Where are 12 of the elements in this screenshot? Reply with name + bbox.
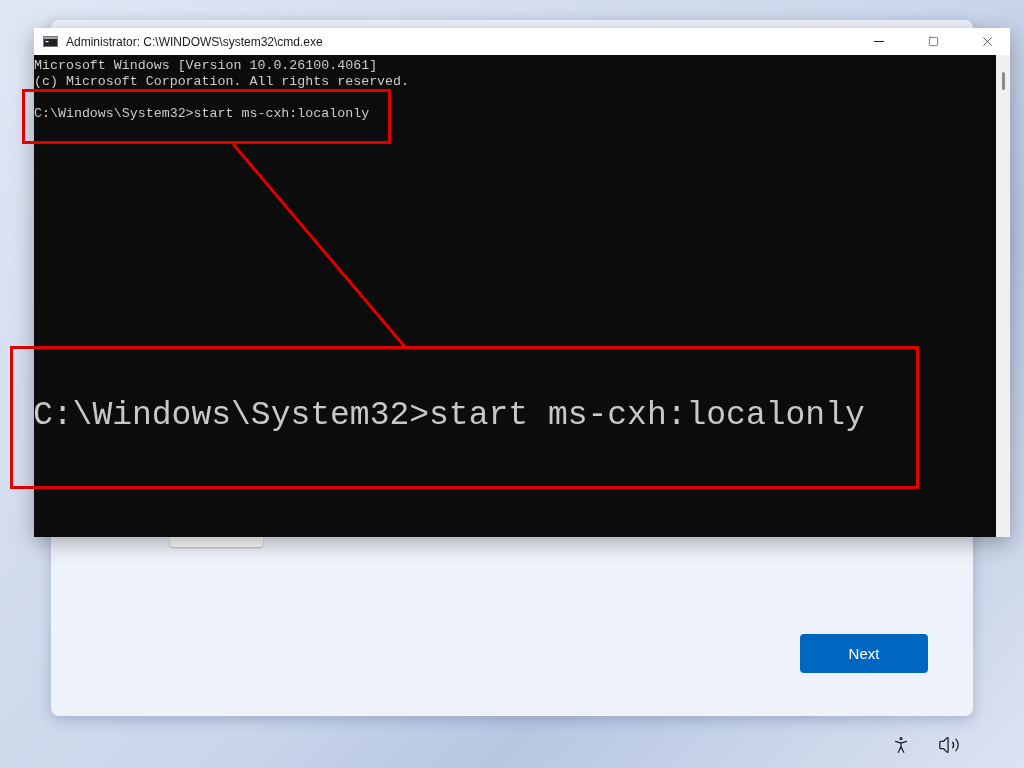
window-title: Administrator: C:\WINDOWS\system32\cmd.exe [66,34,324,49]
zoomed-command: C:\Windows\System32>start ms-cxh:localonly [33,397,865,434]
console-line: (c) Microsoft Corporation. All rights reserved. [34,74,411,90]
console-line: Microsoft Windows [Version 10.0.26100.4061] [34,58,379,74]
maximize-icon [927,36,939,47]
volume-icon[interactable] [938,734,960,756]
next-button[interactable]: Next [800,634,928,673]
minimize-icon [874,41,884,42]
scroll-thumb[interactable] [1001,72,1005,90]
console-command: C:\Windows\System32>start ms-cxh:localonly [34,106,371,122]
console-icon [43,36,58,47]
scrollbar[interactable] [996,55,1010,537]
